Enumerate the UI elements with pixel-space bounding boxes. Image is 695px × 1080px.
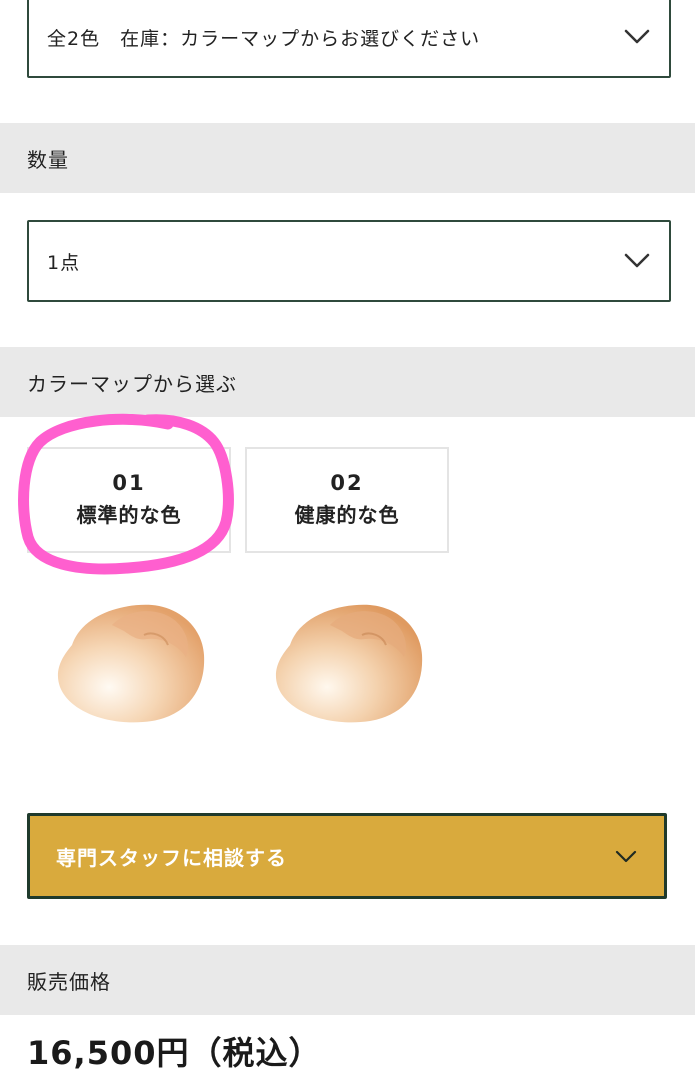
color-option-number: 02 [330,471,364,495]
variant-select[interactable]: 全2色 在庫：カラーマップからお選びください [27,0,671,78]
price-heading-band: 販売価格 [0,945,695,1015]
chevron-down-icon [612,842,640,870]
quantity-select[interactable]: 1点 [27,220,671,302]
color-option-01[interactable]: 01 標準的な色 [27,447,231,553]
color-swatch-02 [275,604,423,723]
variant-select-value: 全2色 在庫：カラーマップからお選びください [47,27,481,50]
price-heading: 販売価格 [27,969,111,994]
color-swatch-01 [57,604,205,723]
sale-price: 16,500円（税込） [27,1034,322,1072]
color-option-name: 健康的な色 [294,503,400,527]
chevron-down-icon [623,23,651,51]
color-option-name: 標準的な色 [76,503,182,527]
quantity-heading: 数量 [27,147,69,172]
color-map-heading-band: カラーマップから選ぶ [0,347,695,417]
color-option-02[interactable]: 02 健康的な色 [245,447,449,553]
quantity-select-value: 1点 [47,251,81,274]
consult-staff-button[interactable]: 専門スタッフに相談する [27,813,667,899]
quantity-heading-band: 数量 [0,123,695,193]
consult-staff-label: 専門スタッフに相談する [56,845,287,870]
color-option-number: 01 [112,471,146,495]
color-map-heading: カラーマップから選ぶ [27,371,237,396]
product-options-page: 全2色 在庫：カラーマップからお選びください 数量 1点 カラーマップから選ぶ … [0,0,695,1080]
chevron-down-icon [623,247,651,275]
